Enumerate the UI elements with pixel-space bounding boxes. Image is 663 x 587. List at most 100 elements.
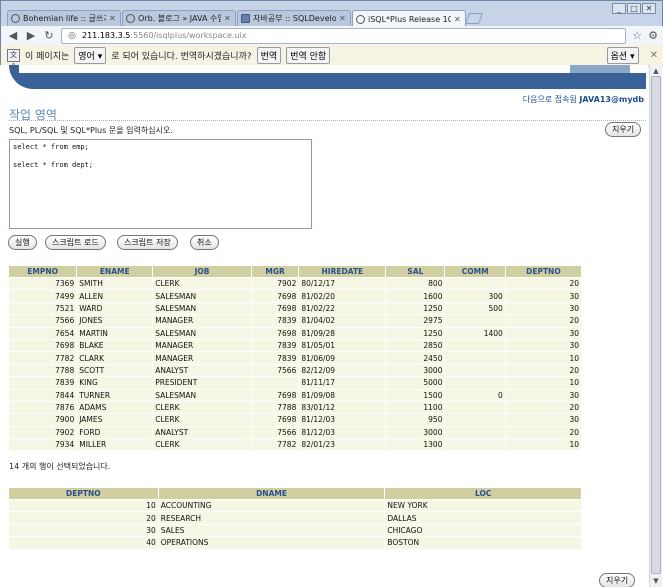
maximize-button[interactable]: □ — [627, 3, 641, 14]
new-tab-button[interactable] — [464, 13, 484, 24]
language-select[interactable]: 영어 ▾ — [74, 46, 107, 64]
table-row: 7844 TURNER SALESMAN 7698 81/09/08 1500 0 30 — [7, 388, 583, 402]
tab-close-icon[interactable]: ✕ — [454, 15, 462, 24]
column-header: SAL — [385, 265, 446, 278]
address-bar[interactable]: ◎ 211.183.3.5:5560/isqlplus/workspace.ui… — [61, 27, 627, 44]
minimize-button[interactable]: _ — [612, 3, 626, 14]
close-infobar-icon[interactable]: ✕ — [650, 50, 658, 61]
close-window-button[interactable]: ✕ — [642, 3, 656, 14]
table-cell: JONES — [76, 314, 154, 328]
scrollbar-thumb[interactable] — [651, 76, 661, 574]
scroll-down-icon[interactable]: ▼ — [650, 575, 662, 587]
globe-icon — [11, 14, 20, 23]
table-cell: 7698 — [250, 301, 300, 316]
infobar-question: 로 되어 있습니다. 번역하시겠습니까? — [111, 51, 252, 62]
table-cell: 30 — [504, 388, 583, 402]
save-script-button[interactable]: 스크립트 저장 — [117, 235, 178, 250]
table-cell: 2850 — [385, 338, 446, 353]
table-cell: MANAGER — [152, 314, 252, 328]
table-cell: 7698 — [7, 338, 78, 353]
reload-icon[interactable]: ↻ — [43, 29, 55, 42]
table-cell: 7782 — [7, 351, 78, 365]
table-cell: MANAGER — [152, 351, 252, 365]
translate-icon: 文A — [7, 48, 20, 70]
connection-info: 다음으로 접속됨 JAVA13@mydb — [523, 94, 644, 105]
table-header-row: DEPTNO DNAME LOC — [8, 487, 582, 500]
instruction-text: SQL, PL/SQL 및 SQL*Plus 문을 입력하십시오. — [9, 126, 173, 135]
table-cell: 300 — [444, 289, 506, 303]
table-cell: 82/12/09 — [298, 363, 387, 378]
column-header: EMPNO — [7, 265, 78, 278]
tab-label: Orb. 블로그 » JAVA 수업노 — [138, 14, 221, 23]
no-translate-button[interactable]: 번역 안함 — [286, 46, 331, 64]
table-cell: ANALYST — [152, 363, 252, 378]
rows-selected-text: 14 개의 행이 선택되었습니다. — [9, 462, 111, 471]
table-cell: 7698 — [250, 326, 300, 340]
browser-tab[interactable]: Bohemian life :: 글쓰기 ✕ — [7, 10, 121, 26]
table-cell: 83/01/12 — [298, 400, 387, 415]
table-cell: 3000 — [385, 363, 446, 378]
clear-button-bottom[interactable]: 지우기 — [599, 573, 636, 587]
table-cell: CHICAGO — [384, 523, 582, 538]
column-header: DEPTNO — [504, 265, 583, 278]
tab-close-icon[interactable]: ✕ — [339, 14, 347, 23]
translate-button[interactable]: 번역 — [256, 46, 282, 64]
forward-icon[interactable]: ▶ — [25, 29, 37, 42]
table-cell — [444, 413, 506, 427]
table-cell: 81/12/03 — [298, 425, 387, 440]
table-cell: ALLEN — [76, 289, 154, 303]
table-cell: MANAGER — [152, 338, 252, 353]
options-button[interactable]: 옵션 ▾ — [606, 46, 639, 64]
column-header: COMM — [444, 265, 506, 278]
page-info-icon[interactable]: ◎ — [66, 31, 78, 41]
table-cell: 7698 — [250, 289, 300, 303]
sql-input[interactable]: select * from emp; select * from dept; — [9, 139, 312, 229]
table-cell: 7902 — [250, 276, 300, 291]
table-row: 7876 ADAMS CLERK 7788 83/01/12 1100 20 — [7, 400, 583, 415]
table-row: 7521 WARD SALESMAN 7698 81/02/22 1250 500 30 — [7, 301, 583, 316]
table-cell: 30 — [504, 301, 583, 316]
clear-button[interactable]: 지우기 — [605, 122, 642, 137]
table-cell — [444, 400, 506, 415]
header-banner-top — [19, 65, 646, 73]
table-cell: 30 — [504, 326, 583, 340]
browser-tab-active[interactable]: iSQL*Plus Release 10.2.0 ✕ — [352, 10, 466, 27]
table-cell: DALLAS — [384, 511, 582, 525]
dept-result-table: DEPTNO DNAME LOC 10 ACCOUNTING NEW YORK 20 RES… — [8, 487, 582, 550]
wrench-icon[interactable]: ⚙ — [648, 29, 658, 42]
table-row: 7902 FORD ANALYST 7566 81/12/03 3000 20 — [7, 425, 583, 440]
tab-strip: Bohemian life :: 글쓰기 ✕ Orb. 블로그 » JAVA 수… — [7, 10, 484, 27]
execute-button[interactable]: 실행 — [8, 235, 37, 250]
window-controls: _ □ ✕ — [612, 3, 656, 14]
table-cell: MILLER — [76, 438, 154, 452]
table-cell: 1250 — [385, 326, 446, 340]
browser-tab[interactable]: Orb. 블로그 » JAVA 수업노 ✕ — [122, 10, 236, 26]
tab-close-icon[interactable]: ✕ — [224, 14, 232, 23]
column-header: ENAME — [76, 265, 154, 278]
table-cell: 81/09/28 — [298, 326, 387, 340]
table-cell: 81/02/20 — [298, 289, 387, 303]
table-cell: 81/09/08 — [298, 388, 387, 402]
tab-close-icon[interactable]: ✕ — [109, 14, 117, 23]
table-cell: 1250 — [385, 301, 446, 316]
load-script-button[interactable]: 스크립트 로드 — [45, 235, 106, 250]
browser-tab[interactable]: 자바공부 :: SQLDeveloper ✕ — [237, 10, 351, 26]
table-cell — [444, 351, 506, 365]
vertical-scrollbar[interactable]: ▲ ▼ — [649, 65, 662, 587]
browser-toolbar: ◀ ▶ ↻ ◎ 211.183.3.5:5560/isqlplus/worksp… — [1, 26, 663, 45]
table-cell: 82/01/23 — [298, 438, 387, 452]
table-cell — [250, 376, 300, 390]
column-header: DEPTNO — [8, 487, 159, 500]
table-cell: 7698 — [250, 388, 300, 402]
table-cell: 7902 — [7, 425, 78, 440]
table-cell: 40 — [8, 536, 159, 550]
connection-user: JAVA13@mydb — [579, 95, 644, 104]
table-row: 7788 SCOTT ANALYST 7566 82/12/09 3000 20 — [7, 363, 583, 378]
star-icon[interactable]: ☆ — [632, 29, 642, 42]
back-icon[interactable]: ◀ — [7, 29, 19, 42]
cancel-button[interactable]: 취소 — [190, 235, 219, 250]
table-cell: BLAKE — [76, 338, 154, 353]
table-row: 7934 MILLER CLERK 7782 82/01/23 1300 10 — [7, 438, 583, 452]
table-cell: 10 — [504, 351, 583, 365]
table-cell: 1400 — [444, 326, 506, 340]
